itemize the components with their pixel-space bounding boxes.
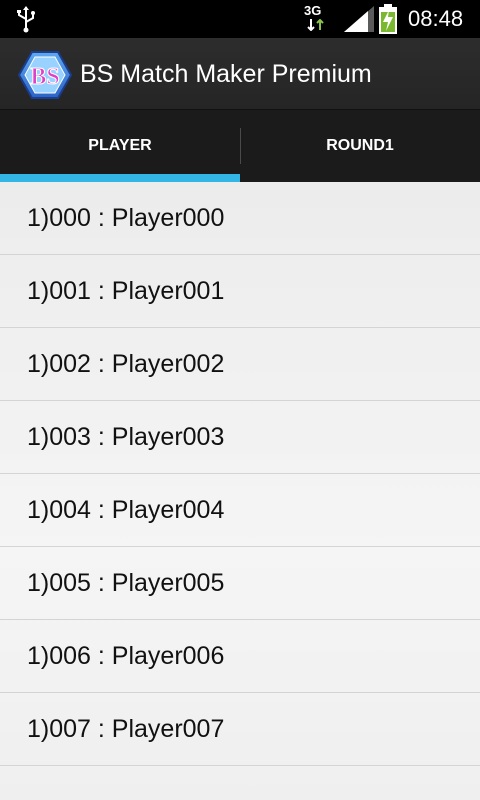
battery-charging-icon [379, 4, 397, 34]
player-label: 1)006 : Player006 [27, 641, 225, 670]
player-label: 1)004 : Player004 [27, 495, 225, 524]
tab-player[interactable]: PLAYER [0, 110, 240, 182]
network-type: 3G [304, 3, 322, 18]
player-label: 1)007 : Player007 [27, 714, 225, 743]
tab-selected-indicator [0, 174, 240, 182]
tab-player-label: PLAYER [88, 137, 152, 154]
player-label: 1)001 : Player001 [27, 276, 225, 305]
tab-bar: PLAYER ROUND1 [0, 110, 480, 182]
player-label: 1)005 : Player005 [27, 568, 225, 597]
page-title: BS Match Maker Premium [80, 60, 372, 88]
tab-round1[interactable]: ROUND1 [240, 110, 480, 182]
signal-icon [344, 6, 374, 32]
app-logo-text: BS [30, 64, 59, 90]
player-label: 1)002 : Player002 [27, 349, 225, 378]
list-item[interactable]: 1)000 : Player000 [0, 182, 480, 255]
list-item[interactable]: 1)006 : Player006 [0, 620, 480, 693]
player-label: 1)003 : Player003 [27, 422, 225, 451]
player-label: 1)000 : Player000 [27, 203, 225, 232]
3g-data-icon: 3G [304, 3, 328, 33]
usb-icon [17, 6, 35, 33]
app-logo-icon[interactable]: BS [18, 50, 72, 100]
list-item[interactable]: 1)007 : Player007 [0, 693, 480, 766]
list-item[interactable]: 1)004 : Player004 [0, 474, 480, 547]
action-bar: BS BS Match Maker Premium [0, 38, 480, 110]
status-bar: 3G 08:48 [0, 0, 480, 38]
list-item[interactable]: 1)002 : Player002 [0, 328, 480, 401]
list-item[interactable]: 1)005 : Player005 [0, 547, 480, 620]
player-list[interactable]: 1)000 : Player000 1)001 : Player001 1)00… [0, 182, 480, 800]
clock: 08:48 [408, 6, 464, 31]
list-item[interactable]: 1)003 : Player003 [0, 401, 480, 474]
tab-round1-label: ROUND1 [326, 137, 394, 154]
list-item[interactable]: 1)001 : Player001 [0, 255, 480, 328]
